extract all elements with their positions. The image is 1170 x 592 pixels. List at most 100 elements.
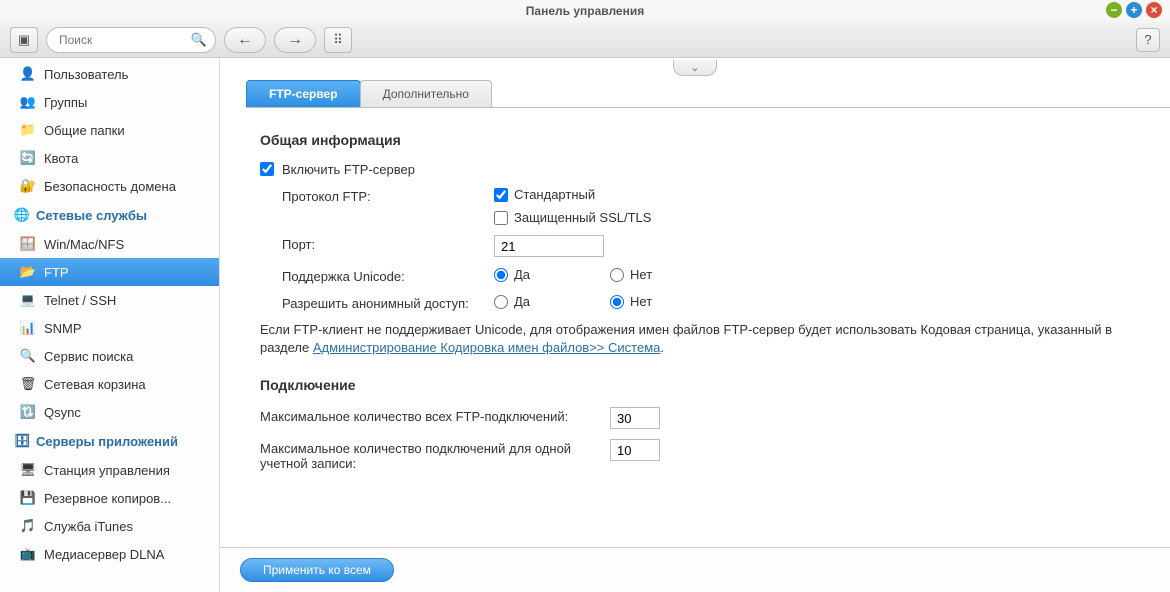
sidebar-item-label: SNMP bbox=[44, 321, 82, 336]
toolbar: ▣ 🔍 ← → ⠿ ? bbox=[0, 22, 1170, 58]
help-icon: ? bbox=[1144, 32, 1151, 47]
sidebar-item-quota[interactable]: 🔄 Квота bbox=[0, 144, 219, 172]
user-icon: 👤 bbox=[20, 66, 36, 82]
apply-button[interactable]: Применить ко всем bbox=[240, 558, 394, 582]
max-all-label: Максимальное количество всех FTP-подключ… bbox=[260, 407, 610, 424]
close-icon[interactable]: × bbox=[1146, 2, 1162, 18]
windows-icon: 🪟 bbox=[20, 236, 36, 252]
sidebar-item-label: Общие папки bbox=[44, 123, 125, 138]
sidebar-item-snmp[interactable]: 📊 SNMP bbox=[0, 314, 219, 342]
window-title: Панель управления bbox=[526, 4, 644, 18]
footer: Применить ко всем bbox=[220, 547, 1170, 592]
minimize-icon[interactable]: − bbox=[1106, 2, 1122, 18]
sidebar-item-qsync[interactable]: 🔃 Qsync bbox=[0, 398, 219, 426]
sidebar-item-recycle[interactable]: 🗑 Сетевая корзина bbox=[0, 370, 219, 398]
sidebar-item-backup[interactable]: 💾 Резервное копиров... bbox=[0, 484, 219, 512]
sidebar-item-label: Win/Mac/NFS bbox=[44, 237, 124, 252]
sidebar-item-label: Qsync bbox=[44, 405, 81, 420]
content-panel: Общая информация Включить FTP-сервер Про… bbox=[220, 108, 1170, 547]
group-icon: 👥 bbox=[20, 94, 36, 110]
maximize-icon[interactable]: + bbox=[1126, 2, 1142, 18]
sidebar-category-network[interactable]: 🌐 Сетевые службы bbox=[0, 200, 219, 230]
sidebar-item-label: Квота bbox=[44, 151, 78, 166]
unicode-label: Поддержка Unicode: bbox=[282, 267, 494, 284]
sidebar-item-itunes[interactable]: 🎵 Служба iTunes bbox=[0, 512, 219, 540]
sidebar-item-user[interactable]: 👤 Пользователь bbox=[0, 60, 219, 88]
sidebar-item-groups[interactable]: 👥 Группы bbox=[0, 88, 219, 116]
sidebar-item-label: Группы bbox=[44, 95, 87, 110]
sidebar-item-shared-folders[interactable]: 📁 Общие папки bbox=[0, 116, 219, 144]
port-input[interactable] bbox=[494, 235, 604, 257]
backup-icon: 💾 bbox=[20, 490, 36, 506]
unicode-no-radio[interactable] bbox=[610, 268, 624, 282]
sidebar-item-winmacnfs[interactable]: 🪟 Win/Mac/NFS bbox=[0, 230, 219, 258]
search-box[interactable]: 🔍 bbox=[46, 27, 216, 53]
sidebar-item-label: Медиасервер DLNA bbox=[44, 547, 164, 562]
protocol-standard-checkbox[interactable] bbox=[494, 188, 508, 202]
sidebar-category-label: Сетевые службы bbox=[36, 208, 147, 223]
sidebar-item-label: Telnet / SSH bbox=[44, 293, 116, 308]
quota-icon: 🔄 bbox=[20, 150, 36, 166]
tab-ftp-server[interactable]: FTP-сервер bbox=[246, 80, 361, 107]
server-icon: 🗄 bbox=[14, 433, 30, 449]
hint-link[interactable]: Администрирование Кодировка имен файлов>… bbox=[313, 340, 661, 355]
globe-icon: 🌐 bbox=[14, 207, 30, 223]
security-icon: 🔐 bbox=[20, 178, 36, 194]
sidebar-item-ftp[interactable]: 📂 FTP bbox=[0, 258, 219, 286]
unicode-no-label: Нет bbox=[630, 267, 652, 282]
folder-icon: 📁 bbox=[20, 122, 36, 138]
tab-label: FTP-сервер bbox=[269, 87, 338, 101]
anon-yes-radio[interactable] bbox=[494, 295, 508, 309]
apply-button-label: Применить ко всем bbox=[263, 563, 371, 577]
home-button[interactable]: ▣ bbox=[10, 27, 38, 53]
anon-no-radio[interactable] bbox=[610, 295, 624, 309]
protocol-label: Протокол FTP: bbox=[282, 187, 494, 204]
sidebar-item-management-station[interactable]: 🖥 Станция управления bbox=[0, 456, 219, 484]
max-all-input[interactable] bbox=[610, 407, 660, 429]
sidebar: 👤 Пользователь 👥 Группы 📁 Общие папки 🔄 … bbox=[0, 58, 220, 592]
expand-handle[interactable]: ⌄ bbox=[673, 60, 717, 76]
apps-button[interactable]: ⠿ bbox=[324, 27, 352, 53]
unicode-yes-radio[interactable] bbox=[494, 268, 508, 282]
arrow-left-icon: ← bbox=[237, 31, 253, 49]
sidebar-item-label: Станция управления bbox=[44, 463, 170, 478]
max-user-label: Максимальное количество подключений для … bbox=[260, 439, 610, 471]
terminal-icon: 💻 bbox=[20, 292, 36, 308]
tab-bar: FTP-сервер Дополнительно bbox=[246, 80, 1170, 108]
sidebar-item-label: Резервное копиров... bbox=[44, 491, 171, 506]
discovery-icon: 🔍 bbox=[20, 348, 36, 364]
max-user-input[interactable] bbox=[610, 439, 660, 461]
protocol-standard-label: Стандартный bbox=[514, 187, 595, 202]
help-button[interactable]: ? bbox=[1136, 28, 1160, 52]
monitor-icon: 🖥 bbox=[20, 462, 36, 478]
grid-icon: ▣ bbox=[18, 32, 30, 48]
sidebar-item-domain-security[interactable]: 🔐 Безопасность домена bbox=[0, 172, 219, 200]
nav-back-button[interactable]: ← bbox=[224, 27, 266, 53]
enable-ftp-checkbox[interactable] bbox=[260, 162, 274, 176]
ftp-icon: 📂 bbox=[20, 264, 36, 280]
sidebar-item-label: FTP bbox=[44, 265, 69, 280]
music-icon: 🎵 bbox=[20, 518, 36, 534]
tab-advanced[interactable]: Дополнительно bbox=[360, 80, 492, 107]
unicode-hint: Если FTP-клиент не поддерживает Unicode,… bbox=[260, 321, 1130, 357]
search-icon: 🔍 bbox=[191, 32, 207, 48]
sync-icon: 🔃 bbox=[20, 404, 36, 420]
anon-no-label: Нет bbox=[630, 294, 652, 309]
port-label: Порт: bbox=[282, 235, 494, 252]
sidebar-item-telnet-ssh[interactable]: 💻 Telnet / SSH bbox=[0, 286, 219, 314]
sidebar-item-label: Сетевая корзина bbox=[44, 377, 146, 392]
apps-grid-icon: ⠿ bbox=[333, 32, 343, 48]
search-input[interactable] bbox=[59, 28, 189, 52]
hint-text-post: . bbox=[660, 340, 664, 355]
media-icon: 📺 bbox=[20, 546, 36, 562]
sidebar-item-search-service[interactable]: 🔍 Сервис поиска bbox=[0, 342, 219, 370]
section-connection-title: Подключение bbox=[260, 377, 1130, 393]
unicode-yes-label: Да bbox=[514, 267, 530, 282]
enable-ftp-label: Включить FTP-сервер bbox=[282, 162, 415, 177]
sidebar-category-appservers[interactable]: 🗄 Серверы приложений bbox=[0, 426, 219, 456]
nav-forward-button[interactable]: → bbox=[274, 27, 316, 53]
sidebar-item-label: Пользователь bbox=[44, 67, 128, 82]
snmp-icon: 📊 bbox=[20, 320, 36, 336]
protocol-ssl-checkbox[interactable] bbox=[494, 211, 508, 225]
sidebar-item-dlna[interactable]: 📺 Медиасервер DLNA bbox=[0, 540, 219, 568]
